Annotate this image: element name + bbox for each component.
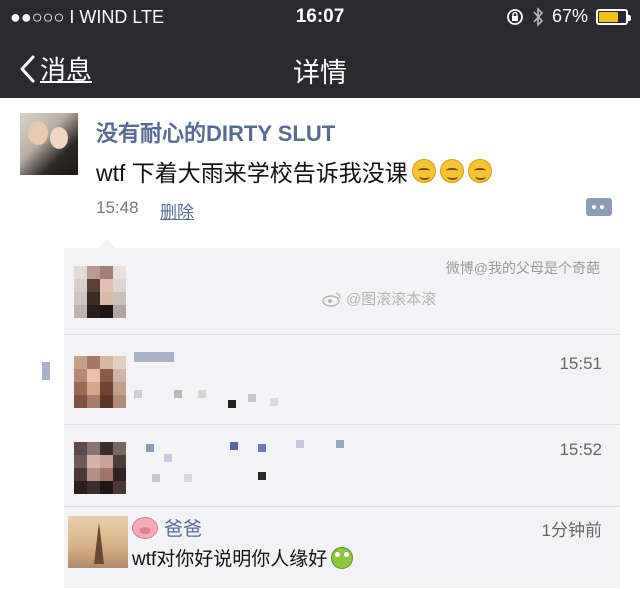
weibo-watermark: 微博@我的父母是个奇葩 [445, 260, 600, 276]
frog-emoji-icon [331, 546, 354, 569]
nav-bar: 消息 详情 [0, 36, 640, 98]
bluetooth-icon [533, 6, 544, 27]
commenter-avatar[interactable] [74, 356, 126, 408]
commenter-avatar[interactable] [74, 442, 126, 494]
blur-pixel [164, 454, 172, 462]
blur-pixel [184, 474, 192, 482]
comments-panel: 微博@我的父母是个奇葩 @图滚滚本滚 15:51 15:52 爸爸 1分钟前 w… [64, 239, 620, 588]
post-text-line: wtf 下着大雨来学校告诉我没课 [96, 154, 492, 188]
divider [64, 506, 620, 507]
author-name[interactable]: 没有耐心的DIRTY SLUT [96, 116, 335, 148]
blur-pixel [228, 400, 236, 408]
reply-time: 1分钟前 [541, 521, 602, 540]
post-text: wtf 下着大雨来学校告诉我没课 [96, 160, 408, 186]
blur-artifact [42, 362, 50, 380]
blur-pixel [258, 444, 266, 452]
weibo-logo-icon [322, 291, 341, 307]
status-bar: ●●○○○ I WIND LTE 16:07 67% [0, 0, 640, 36]
delete-button[interactable]: 删除 [160, 198, 194, 223]
smile-emoji-icon [439, 159, 464, 183]
avatar-face [50, 127, 68, 149]
comment-menu-button[interactable] [586, 198, 612, 216]
blur-pixel [134, 390, 142, 398]
lock-rotation-icon [507, 8, 523, 25]
liker-avatar[interactable] [74, 266, 126, 318]
pig-emoji-icon [132, 516, 158, 539]
avatar-face [28, 121, 48, 145]
blur-pixel [198, 390, 206, 398]
moment-post: 没有耐心的DIRTY SLUT wtf 下着大雨来学校告诉我没课 15:48 删… [0, 98, 640, 248]
reply-text: wtf对你好说明你人缘好 [132, 549, 328, 570]
blur-pixel [336, 440, 344, 448]
smile-emoji-icon [467, 159, 492, 183]
battery-fill [599, 11, 618, 22]
comment-time: 15:52 [559, 440, 602, 459]
blur-pixel [296, 440, 304, 448]
blur-pixel [270, 398, 278, 406]
dad-name: 爸爸 [164, 519, 203, 540]
blur-pixel [258, 472, 266, 480]
divider [64, 424, 620, 425]
battery-icon [596, 8, 631, 25]
center-watermark: @图滚滚本滚 [322, 288, 436, 309]
commenter-name-blurred[interactable] [134, 352, 174, 362]
blur-pixel [230, 442, 238, 450]
dad-avatar[interactable] [68, 516, 128, 568]
dot-icon [600, 205, 604, 209]
battery-percent: 67% [551, 6, 588, 26]
post-time: 15:48 [96, 198, 139, 217]
status-icons: 67% [506, 6, 631, 27]
eiffel-tower-icon [94, 522, 104, 564]
dad-name-line[interactable]: 爸爸 [132, 514, 202, 541]
blur-pixel [248, 394, 256, 402]
blur-pixel [146, 444, 154, 452]
dot-icon [592, 205, 596, 209]
divider [64, 334, 620, 335]
smile-emoji-icon [411, 159, 436, 183]
center-watermark-text: @图滚滚本滚 [346, 291, 437, 308]
author-avatar[interactable] [20, 113, 78, 175]
blur-pixel [152, 474, 160, 482]
comment-time: 15:51 [559, 354, 602, 373]
blur-pixel [174, 390, 182, 398]
reply-text-line: wtf对你好说明你人缘好 [132, 544, 354, 571]
page-title: 详情 [293, 58, 347, 88]
